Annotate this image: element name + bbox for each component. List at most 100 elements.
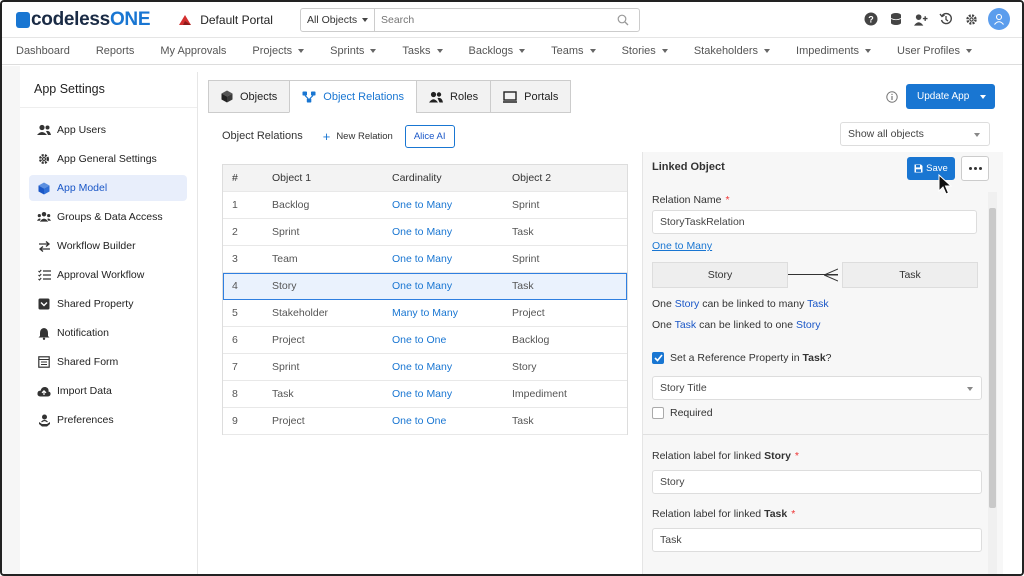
row-cardinality[interactable]: One to Many bbox=[392, 199, 512, 211]
top-bar: codelessONE Default Portal All Objects ? bbox=[2, 2, 1022, 38]
nav-label: User Profiles bbox=[897, 45, 960, 57]
nav-projects[interactable]: Projects bbox=[252, 45, 305, 57]
more-options-button[interactable] bbox=[961, 156, 989, 181]
search-icon[interactable] bbox=[617, 14, 629, 26]
row-cardinality[interactable]: One to Many bbox=[392, 361, 512, 373]
label-task-label: Relation label for linked Task * bbox=[652, 508, 796, 520]
row-cardinality[interactable]: One to Many bbox=[392, 280, 512, 292]
row-object-2: Backlog bbox=[512, 334, 550, 346]
row-number: 3 bbox=[232, 253, 238, 265]
row-cardinality[interactable]: One to One bbox=[392, 415, 512, 427]
chevron-down-icon bbox=[298, 49, 305, 53]
sidebar-item-app-general-settings[interactable]: App General Settings bbox=[29, 146, 187, 172]
table-row[interactable]: 8 Task One to Many Impediment bbox=[223, 381, 627, 408]
table-row[interactable]: 4 Story One to Many Task bbox=[223, 273, 627, 300]
table-row[interactable]: 2 Sprint One to Many Task bbox=[223, 219, 627, 246]
row-cardinality[interactable]: Many to Many bbox=[392, 307, 512, 319]
new-relation-button[interactable]: + New Relation bbox=[323, 129, 393, 144]
tab-portals[interactable]: Portals bbox=[490, 80, 572, 113]
info-icon[interactable] bbox=[886, 91, 898, 103]
reference-property-label: Set a Reference Property in Task? bbox=[670, 352, 832, 364]
alice-ai-button[interactable]: Alice AI bbox=[404, 124, 455, 148]
table-row[interactable]: 3 Team One to Many Sprint bbox=[223, 246, 627, 273]
nav-reports[interactable]: Reports bbox=[96, 45, 135, 57]
nav-label: Impediments bbox=[796, 45, 860, 57]
nav-tasks[interactable]: Tasks bbox=[402, 45, 443, 57]
nav-label: Stakeholders bbox=[693, 45, 759, 57]
sidebar-item-shared-property[interactable]: Shared Property bbox=[29, 291, 187, 317]
sidebar-item-app-users[interactable]: App Users bbox=[29, 117, 187, 143]
sidebar-item-shared-form[interactable]: Shared Form bbox=[29, 349, 187, 375]
required-checkbox[interactable] bbox=[652, 407, 664, 419]
sidebar-item-workflow-builder[interactable]: Workflow Builder bbox=[29, 233, 187, 259]
add-user-icon[interactable] bbox=[914, 12, 928, 26]
chevron-down-icon[interactable] bbox=[980, 94, 986, 99]
sidebar-item-notification[interactable]: Notification bbox=[29, 320, 187, 346]
chevron-down-icon bbox=[974, 133, 980, 137]
nav-sprints[interactable]: Sprints bbox=[330, 45, 377, 57]
sidebar-item-label: Preferences bbox=[57, 414, 114, 426]
main-nav: Dashboard Reports My Approvals Projects … bbox=[2, 38, 1022, 65]
settings-icon[interactable] bbox=[964, 12, 978, 26]
sidebar-item-approval-workflow[interactable]: Approval Workflow bbox=[29, 262, 187, 288]
tab-objects[interactable]: Objects bbox=[208, 80, 290, 113]
sidebar-item-label: Workflow Builder bbox=[57, 240, 136, 252]
row-cardinality[interactable]: One to Many bbox=[392, 253, 512, 265]
scrollbar-thumb[interactable] bbox=[989, 208, 996, 508]
search-scope-select[interactable]: All Objects bbox=[301, 9, 375, 31]
database-icon[interactable] bbox=[889, 12, 903, 26]
nav-stories[interactable]: Stories bbox=[622, 45, 668, 57]
row-cardinality[interactable]: One to Many bbox=[392, 388, 512, 400]
cardinality-link[interactable]: One to Many bbox=[652, 240, 712, 252]
nav-impediments[interactable]: Impediments bbox=[796, 45, 872, 57]
tab-object-relations[interactable]: Object Relations bbox=[289, 80, 417, 113]
reference-property-checkbox[interactable] bbox=[652, 352, 664, 364]
update-app-button[interactable]: Update App bbox=[906, 84, 995, 109]
search-bar: All Objects bbox=[300, 8, 640, 32]
nav-stakeholders[interactable]: Stakeholders bbox=[693, 45, 771, 57]
nav-teams[interactable]: Teams bbox=[551, 45, 596, 57]
nav-backlogs[interactable]: Backlogs bbox=[469, 45, 526, 57]
table-row[interactable]: 1 Backlog One to Many Sprint bbox=[223, 192, 627, 219]
row-object-1: Stakeholder bbox=[272, 307, 329, 319]
label-story-input[interactable]: Story bbox=[652, 470, 982, 494]
app-window: codelessONE Default Portal All Objects ?… bbox=[0, 0, 1024, 576]
nav-label: Sprints bbox=[330, 45, 365, 57]
user-avatar[interactable] bbox=[988, 8, 1010, 30]
table-row[interactable]: 5 Stakeholder Many to Many Project bbox=[223, 300, 627, 327]
table-row[interactable]: 6 Project One to One Backlog bbox=[223, 327, 627, 354]
label-task-input[interactable]: Task bbox=[652, 528, 982, 552]
panel-scrollbar[interactable] bbox=[988, 192, 997, 574]
sidebar-item-groups-data-access[interactable]: Groups & Data Access bbox=[29, 204, 187, 230]
sidebar-item-preferences[interactable]: Preferences bbox=[29, 407, 187, 433]
row-object-2: Task bbox=[512, 415, 534, 427]
header-cardinality: Cardinality bbox=[392, 172, 442, 184]
portal-name: Default Portal bbox=[200, 12, 273, 27]
search-input[interactable] bbox=[375, 10, 617, 30]
logo-prefix: codeless bbox=[31, 8, 110, 30]
nav-dashboard[interactable]: Dashboard bbox=[16, 45, 70, 57]
roles-icon bbox=[429, 91, 444, 102]
header-object-1: Object 1 bbox=[272, 172, 312, 184]
sidebar-item-app-model[interactable]: App Model bbox=[29, 175, 187, 201]
row-cardinality[interactable]: One to Many bbox=[392, 226, 512, 238]
history-icon[interactable] bbox=[939, 12, 953, 26]
row-cardinality[interactable]: One to One bbox=[392, 334, 512, 346]
table-row[interactable]: 7 Sprint One to Many Story bbox=[223, 354, 627, 381]
help-icon[interactable]: ? bbox=[864, 12, 878, 26]
nav-my-approvals[interactable]: My Approvals bbox=[160, 45, 226, 57]
sidebar-item-import-data[interactable]: Import Data bbox=[29, 378, 187, 404]
tab-label: Portals bbox=[524, 90, 559, 103]
app-logo[interactable]: codeless ONE bbox=[16, 8, 151, 31]
tab-roles[interactable]: Roles bbox=[416, 80, 491, 113]
relation-name-input[interactable]: StoryTaskRelation bbox=[652, 210, 977, 234]
nav-label: Backlogs bbox=[468, 45, 514, 57]
table-row[interactable]: 9 Project One to One Task bbox=[223, 408, 627, 435]
workflow-icon bbox=[37, 239, 51, 253]
reference-property-select[interactable]: Story Title bbox=[652, 376, 982, 400]
portal-switcher[interactable]: Default Portal bbox=[178, 13, 273, 27]
object-filter-select[interactable]: Show all objects bbox=[840, 122, 990, 146]
nav-user-profiles[interactable]: User Profiles bbox=[897, 45, 972, 57]
chevron-down-icon bbox=[370, 49, 377, 53]
crow-foot-icon bbox=[824, 268, 838, 282]
